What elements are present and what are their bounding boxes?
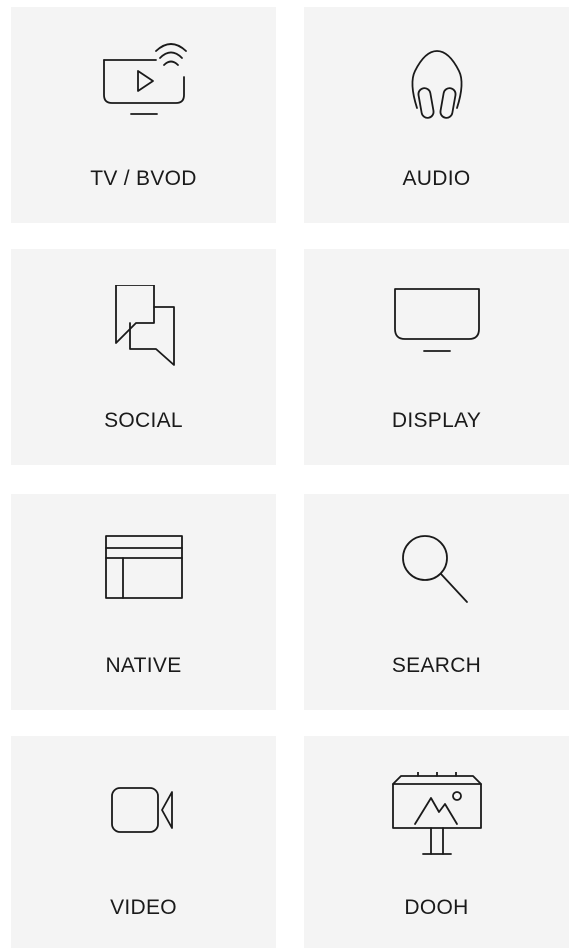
tile-display[interactable]: DISPLAY: [304, 249, 569, 465]
tile-social[interactable]: SOCIAL: [11, 249, 276, 465]
tile-search[interactable]: SEARCH: [304, 494, 569, 710]
tile-tv-bvod[interactable]: TV / BVOD: [11, 7, 276, 223]
tile-native[interactable]: NATIVE: [11, 494, 276, 710]
video-camera-icon: [94, 772, 194, 862]
tile-label: VIDEO: [110, 896, 177, 919]
connected-tv-icon: [94, 43, 194, 133]
monitor-icon: [387, 285, 487, 375]
headphones-icon: [387, 43, 487, 133]
tile-label: NATIVE: [105, 654, 182, 677]
billboard-icon: [387, 772, 487, 862]
layout-grid-icon: [94, 530, 194, 620]
tile-label: DISPLAY: [391, 409, 482, 432]
tile-label: SOCIAL: [104, 409, 183, 432]
tile-label: AUDIO: [402, 167, 471, 190]
tile-video[interactable]: VIDEO: [11, 736, 276, 948]
tile-audio[interactable]: AUDIO: [304, 7, 569, 223]
tile-label: DOOH: [404, 896, 469, 919]
tile-dooh[interactable]: DOOH: [304, 736, 569, 948]
tile-label: TV / BVOD: [90, 167, 197, 190]
magnifier-icon: [387, 530, 487, 620]
tile-label: SEARCH: [391, 654, 482, 677]
chat-bubbles-icon: [94, 285, 194, 375]
